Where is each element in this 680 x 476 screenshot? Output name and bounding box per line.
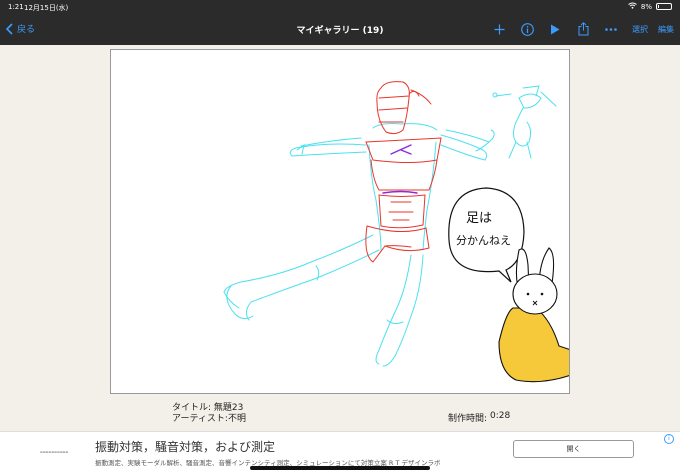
creation-time-label: 制作時間: xyxy=(448,414,488,424)
nav-bar: 戻る マイギャラリー (19) 選択 編集 xyxy=(0,14,680,45)
purple-accent-strokes xyxy=(382,144,418,194)
back-label: 戻る xyxy=(17,25,36,35)
battery-percent: 8% xyxy=(640,2,652,11)
info-icon[interactable] xyxy=(516,20,538,38)
red-body-sketch xyxy=(365,81,442,263)
more-icon[interactable] xyxy=(600,20,622,38)
share-icon[interactable] xyxy=(572,20,594,38)
nav-actions: 選択 編集 xyxy=(482,20,674,38)
artwork-artist: アーティスト:不明 xyxy=(172,414,246,424)
artwork-drawing: 足は 分かんねえ xyxy=(223,81,569,383)
back-button[interactable]: 戻る xyxy=(6,22,35,35)
creation-time-value: 0:28 xyxy=(490,411,511,421)
ad-info-icon[interactable]: i xyxy=(664,434,674,444)
ad-brand-logo: ▬▬▬▬▬▬▬▬▬▬ xyxy=(40,450,69,454)
select-button[interactable]: 選択 xyxy=(632,24,648,35)
plus-icon[interactable] xyxy=(488,20,510,38)
battery-icon xyxy=(656,3,672,10)
artwork-canvas[interactable]: 足は 分かんねえ xyxy=(110,49,570,394)
home-indicator xyxy=(250,466,430,470)
chevron-left-icon xyxy=(6,22,13,35)
play-icon[interactable] xyxy=(544,20,566,38)
status-bar: 1:21 12月15日(水) 8% xyxy=(0,0,680,14)
wifi-icon xyxy=(628,2,637,11)
status-right: 8% xyxy=(628,2,672,11)
status-time: 1:21 xyxy=(8,3,24,11)
ad-open-button[interactable]: 開く xyxy=(513,440,634,458)
bubble-text-line1: 足は xyxy=(466,211,492,226)
status-date: 12月15日(水) xyxy=(24,4,69,12)
edit-button[interactable]: 編集 xyxy=(658,24,674,35)
bubble-text-line2: 分かんねえ xyxy=(456,234,511,247)
ad-title: 振動対策，騒音対策，および測定 xyxy=(95,440,276,454)
